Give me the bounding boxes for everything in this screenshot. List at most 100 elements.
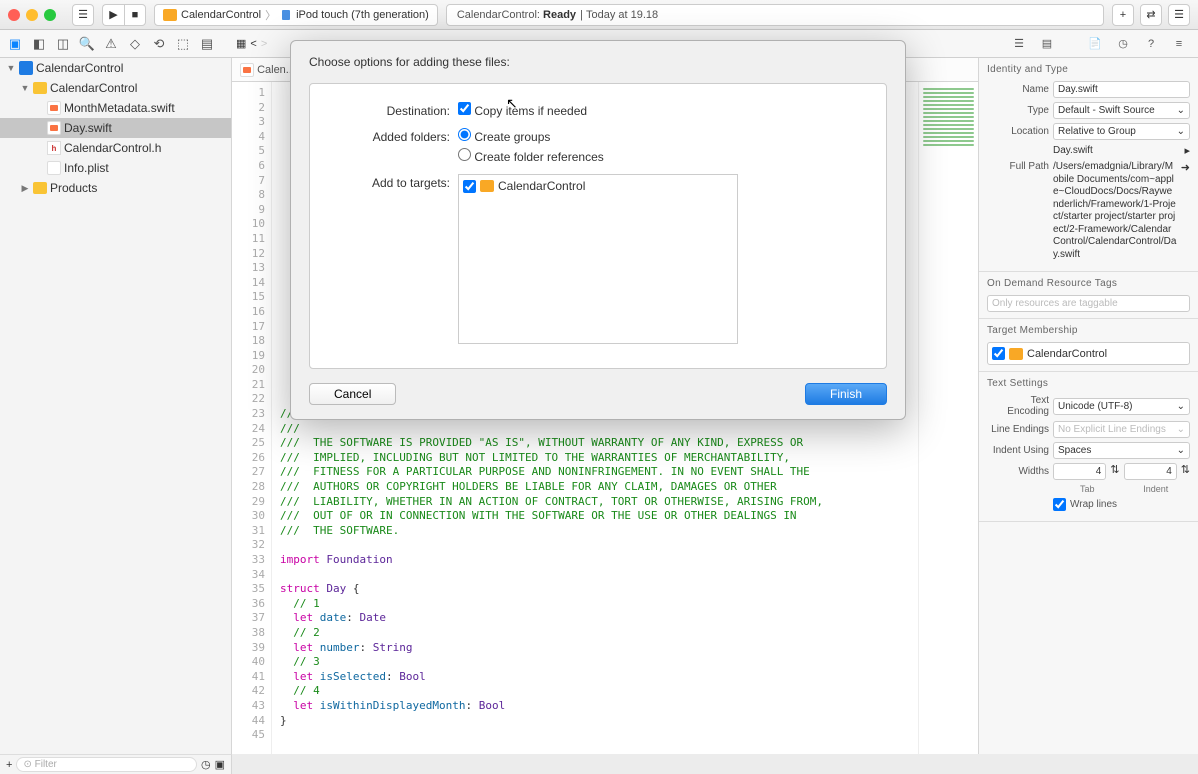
find-navigator-tab[interactable]: 🔍 (76, 34, 98, 54)
indent-width-field[interactable]: 4 (1124, 463, 1177, 480)
tree-item-calendarcontrol-h[interactable]: hCalendarControl.h (0, 138, 231, 158)
create-groups-radio-label[interactable]: Create groups (458, 128, 866, 144)
finish-button[interactable]: Finish (805, 383, 887, 405)
report-navigator-tab[interactable]: ▤ (196, 34, 218, 54)
tree-item-calendarcontrol[interactable]: ▼ CalendarControl (0, 78, 231, 98)
minimap[interactable] (918, 82, 978, 754)
tree-item-label: MonthMetadata.swift (64, 101, 175, 115)
create-folder-refs-radio[interactable] (458, 148, 471, 161)
toggle-inspector-button[interactable]: ☰ (1168, 4, 1190, 26)
proj-icon (19, 61, 33, 75)
issue-navigator-tab[interactable]: ⚠ (100, 34, 122, 54)
identity-section-title: Identity and Type (987, 64, 1190, 75)
symbol-navigator-tab[interactable]: ◫ (52, 34, 74, 54)
indent-stepper[interactable]: ⇅ (1181, 463, 1190, 480)
scheme-device: iPod touch (7th generation) (296, 9, 429, 21)
tree-item-label: Products (50, 181, 97, 195)
project-navigator-tab[interactable]: ▣ (4, 34, 26, 54)
editor-back-button[interactable]: < (250, 38, 256, 50)
help-inspector-tab[interactable]: ? (1140, 34, 1162, 54)
scheme-selector[interactable]: CalendarControl 〉 iPod touch (7th genera… (154, 4, 438, 26)
add-files-sheet: Choose options for adding these files: D… (290, 40, 906, 420)
file-inspector-tab[interactable]: 📄 (1084, 34, 1106, 54)
tree-item-day-swift[interactable]: Day.swift (0, 118, 231, 138)
breakpoint-navigator-tab[interactable]: ⬚ (172, 34, 194, 54)
editor-grid-icon[interactable]: ▦ (236, 37, 246, 50)
copy-items-checkbox-label[interactable]: Copy items if needed (458, 102, 866, 118)
inspectors-outline-icon[interactable]: ☰ (1008, 34, 1030, 54)
location-select[interactable]: Relative to Group⌄ (1053, 123, 1190, 140)
run-button[interactable]: ▶ (102, 4, 124, 26)
debug-navigator-tab[interactable]: ⟲ (148, 34, 170, 54)
tree-item-label: Day.swift (64, 121, 112, 135)
tree-item-label: CalendarControl (50, 81, 137, 95)
stop-button[interactable]: ■ (124, 4, 146, 26)
minimize-window-button[interactable] (26, 9, 38, 21)
indent-using-select[interactable]: Spaces⌄ (1053, 442, 1190, 459)
copy-items-checkbox[interactable] (458, 102, 471, 115)
tree-item-monthmetadata-swift[interactable]: MonthMetadata.swift (0, 98, 231, 118)
disclosure-triangle[interactable]: ▼ (6, 63, 16, 73)
project-navigator[interactable]: ▼ CalendarControl ▼ CalendarControl MonthMet… (0, 58, 232, 754)
activity-status: CalendarControl: Ready | Today at 19.18 (446, 4, 1104, 26)
tree-item-label: Info.plist (64, 161, 109, 175)
line-gutter: 1234567891011121314151617181920212223242… (232, 82, 272, 754)
tree-item-label: CalendarControl (36, 61, 123, 75)
tree-item-info-plist[interactable]: Info.plist (0, 158, 231, 178)
editor-forward-button[interactable]: > (261, 38, 267, 50)
h-icon: h (47, 141, 61, 155)
folder-icon (33, 82, 47, 94)
recent-filter-icon[interactable]: ◷ (201, 758, 211, 771)
target-row[interactable]: CalendarControl (463, 179, 733, 193)
swift-icon (47, 101, 61, 115)
library-button[interactable]: ⇄ (1140, 4, 1162, 26)
disclosure-triangle[interactable]: ▶ (20, 183, 30, 194)
toolbox-icon (480, 180, 494, 192)
file-name-field[interactable]: Day.swift (1053, 81, 1190, 98)
toolbox-icon (1009, 348, 1023, 360)
tab-stepper[interactable]: ⇅ (1110, 463, 1119, 480)
create-groups-radio[interactable] (458, 128, 471, 141)
choose-location-icon[interactable]: ▸ (1184, 144, 1190, 157)
target-membership-item[interactable]: CalendarControl (992, 347, 1185, 360)
tree-item-calendarcontrol[interactable]: ▼ CalendarControl (0, 58, 231, 78)
cancel-button[interactable]: Cancel (309, 383, 396, 405)
inspectors-minimap-icon[interactable]: ▤ (1036, 34, 1058, 54)
create-folder-refs-radio-label[interactable]: Create folder references (458, 148, 866, 164)
file-type-select[interactable]: Default - Swift Source⌄ (1053, 102, 1190, 119)
source-control-navigator-tab[interactable]: ◧ (28, 34, 50, 54)
tab-width-field[interactable]: 4 (1053, 463, 1106, 480)
disclosure-triangle[interactable]: ▼ (20, 83, 30, 93)
scheme-app: CalendarControl (181, 9, 261, 21)
tree-item-products[interactable]: ▶ Products (0, 178, 231, 198)
wrap-lines-toggle[interactable]: Wrap lines (1053, 498, 1190, 511)
close-window-button[interactable] (8, 9, 20, 21)
traffic-lights (8, 9, 64, 21)
tree-item-label: CalendarControl.h (64, 141, 161, 155)
line-endings-select[interactable]: No Explicit Line Endings⌄ (1053, 421, 1190, 438)
add-button[interactable]: + (6, 759, 12, 771)
text-encoding-select[interactable]: Unicode (UTF-8)⌄ (1053, 398, 1190, 415)
location-file: Day.swift (1053, 145, 1180, 156)
attributes-inspector-tab[interactable]: ≡ (1168, 34, 1190, 54)
target-membership-checkbox[interactable] (992, 347, 1005, 360)
toolbox-icon (163, 9, 177, 21)
plist-icon (47, 161, 61, 175)
history-inspector-tab[interactable]: ◷ (1112, 34, 1134, 54)
odr-tags-field[interactable]: Only resources are taggable (987, 295, 1190, 312)
toggle-navigator-button[interactable]: ☰ (72, 4, 94, 26)
mouse-cursor-icon: ↖ (506, 95, 518, 112)
add-to-targets-list[interactable]: CalendarControl (458, 174, 738, 344)
sheet-heading: Choose options for adding these files: (309, 55, 887, 69)
folder-icon (33, 182, 47, 194)
zoom-window-button[interactable] (44, 9, 56, 21)
add-editor-button[interactable]: + (1112, 4, 1134, 26)
scm-filter-icon[interactable]: ▣ (215, 758, 225, 771)
reveal-in-finder-icon[interactable]: ➜ (1181, 161, 1190, 174)
filter-icon: ⊙ (23, 759, 31, 770)
target-checkbox[interactable] (463, 180, 476, 193)
swift-file-icon (240, 63, 254, 77)
device-icon (280, 9, 292, 21)
test-navigator-tab[interactable]: ◇ (124, 34, 146, 54)
filter-field[interactable]: ⊙ Filter (16, 757, 197, 772)
